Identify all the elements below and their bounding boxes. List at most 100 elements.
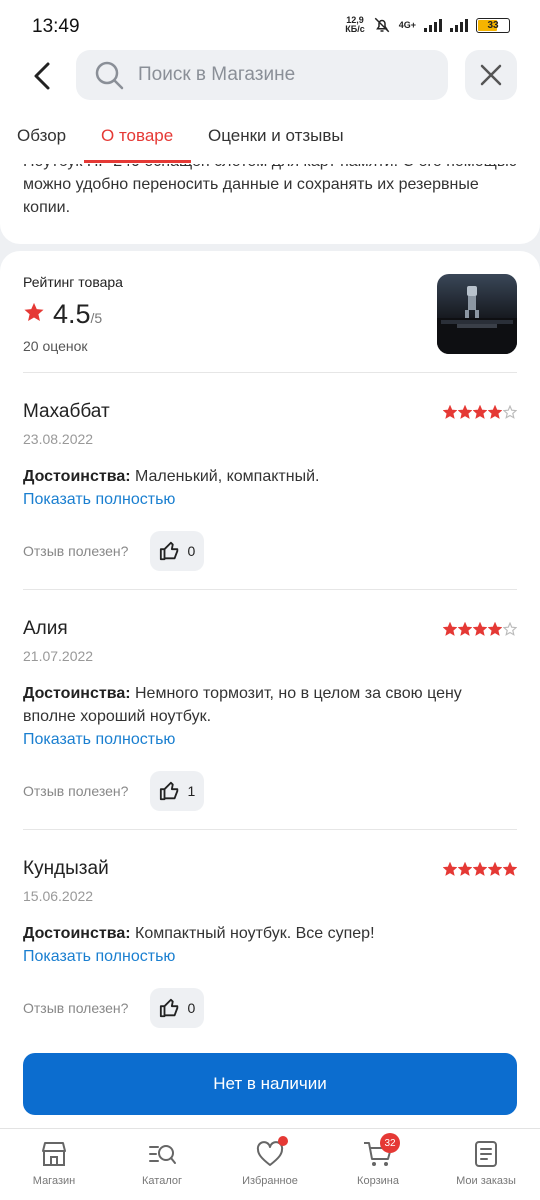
rating-value: 4.5 bbox=[53, 299, 91, 329]
close-search-button[interactable] bbox=[465, 50, 517, 100]
star-icon bbox=[24, 302, 44, 321]
battery-icon: 33 bbox=[476, 17, 510, 33]
like-button[interactable]: 1 bbox=[150, 771, 205, 811]
review-date: 23.08.2022 bbox=[23, 431, 94, 447]
helpful-label: Отзыв полезен? bbox=[23, 783, 129, 799]
search-icon bbox=[95, 61, 124, 90]
thumbs-up-icon bbox=[160, 541, 179, 561]
review-stars bbox=[443, 405, 517, 419]
pros-text: Маленький, компактный. bbox=[135, 468, 320, 485]
like-count: 0 bbox=[187, 543, 196, 559]
product-thumbnail[interactable] bbox=[437, 274, 517, 354]
star-filled-icon bbox=[473, 622, 487, 636]
nav-catalog[interactable]: Каталог bbox=[108, 1129, 216, 1200]
network-speed: 12,9 КБ/с bbox=[345, 15, 365, 34]
review-pros: Достоинства: Маленький, компактный. Пока… bbox=[23, 465, 517, 511]
signal-icon bbox=[424, 18, 442, 32]
star-filled-icon bbox=[473, 862, 487, 876]
star-filled-icon bbox=[443, 862, 457, 876]
product-image bbox=[437, 286, 517, 354]
back-arrow-icon bbox=[34, 62, 50, 90]
rating-label: Рейтинг товара bbox=[23, 274, 123, 290]
product-description: Ноутбук HP 240 оснащен слотом для карт п… bbox=[23, 164, 517, 216]
star-filled-icon bbox=[458, 405, 472, 419]
rating-max: /5 bbox=[90, 310, 103, 326]
status-time: 13:49 bbox=[32, 16, 80, 37]
nav-label: Мои заказы bbox=[456, 1175, 516, 1187]
nav-label: Каталог bbox=[142, 1175, 182, 1187]
thumbs-up-icon bbox=[160, 998, 179, 1018]
search-placeholder: Поиск в Магазине bbox=[138, 64, 296, 85]
star-filled-icon bbox=[503, 862, 517, 876]
review-item: Алия 21.07.2022 Достоинства: Немного тор… bbox=[23, 618, 517, 811]
bottom-nav: Магазин Каталог Избранное 32 Корзина Мои… bbox=[0, 1128, 540, 1200]
back-button[interactable] bbox=[22, 56, 62, 96]
nav-store[interactable]: Магазин bbox=[0, 1129, 108, 1200]
star-filled-icon bbox=[443, 622, 457, 636]
search-input[interactable]: Поиск в Магазине bbox=[76, 50, 448, 100]
catalog-icon bbox=[149, 1145, 176, 1164]
pros-label: Достоинства: bbox=[23, 468, 131, 485]
thumbs-up-icon bbox=[160, 781, 179, 801]
star-filled-icon bbox=[488, 622, 502, 636]
orders-icon bbox=[475, 1141, 497, 1167]
signal-icon-2 bbox=[450, 18, 468, 32]
review-item: Кундызай 15.06.2022 Достоинства: Компакт… bbox=[23, 858, 517, 1028]
divider bbox=[23, 372, 517, 373]
helpful-label: Отзыв полезен? bbox=[23, 543, 129, 559]
star-empty-icon bbox=[503, 622, 517, 636]
out-of-stock-button[interactable]: Нет в наличии bbox=[23, 1053, 517, 1115]
divider bbox=[23, 829, 517, 830]
nav-favorites[interactable]: Избранное bbox=[216, 1129, 324, 1200]
like-count: 1 bbox=[187, 783, 196, 799]
close-icon bbox=[480, 64, 502, 86]
nav-cart[interactable]: 32 Корзина bbox=[324, 1129, 432, 1200]
like-button[interactable]: 0 bbox=[150, 531, 205, 571]
tab-ratings-reviews[interactable]: Оценки и отзывы bbox=[208, 108, 344, 164]
rating-summary: 4.5 /5 bbox=[23, 299, 102, 330]
star-filled-icon bbox=[488, 862, 502, 876]
pros-text: Компактный ноутбук. Все супер! bbox=[135, 925, 375, 942]
review-stars bbox=[443, 862, 517, 876]
tab-about-product[interactable]: О товаре bbox=[101, 108, 173, 164]
review-pros: Достоинства: Компактный ноутбук. Все суп… bbox=[23, 922, 517, 968]
star-filled-icon bbox=[458, 622, 472, 636]
helpful-row: Отзыв полезен? 0 bbox=[23, 988, 517, 1028]
cart-badge: 32 bbox=[380, 1133, 400, 1153]
star-empty-icon bbox=[503, 405, 517, 419]
helpful-row: Отзыв полезен? 1 bbox=[23, 771, 517, 811]
top-bar: Поиск в Магазине bbox=[0, 44, 540, 108]
active-tab-indicator bbox=[84, 160, 191, 163]
like-count: 0 bbox=[187, 1000, 196, 1016]
star-filled-icon bbox=[458, 862, 472, 876]
show-more-link[interactable]: Показать полностью bbox=[23, 945, 517, 968]
show-more-link[interactable]: Показать полностью bbox=[23, 728, 517, 751]
star-filled-icon bbox=[473, 405, 487, 419]
nav-label: Магазин bbox=[32, 1175, 76, 1187]
pros-label: Достоинства: bbox=[23, 685, 131, 702]
review-item: Махаббат 23.08.2022 Достоинства: Маленьк… bbox=[23, 401, 517, 571]
tab-overview[interactable]: Обзор bbox=[17, 108, 66, 164]
star-filled-icon bbox=[488, 405, 502, 419]
status-bar: 13:49 12,9 КБ/с 4G+ 33 bbox=[0, 0, 540, 44]
review-pros: Достоинства: Немного тормозит, но в цело… bbox=[23, 682, 517, 751]
like-button[interactable]: 0 bbox=[150, 988, 205, 1028]
rating-count: 20 оценок bbox=[23, 338, 88, 354]
review-date: 15.06.2022 bbox=[23, 888, 94, 904]
nav-orders[interactable]: Мои заказы bbox=[432, 1129, 540, 1200]
helpful-label: Отзыв полезен? bbox=[23, 1000, 129, 1016]
pros-label: Достоинства: bbox=[23, 925, 131, 942]
status-icons: 12,9 КБ/с 4G+ 33 bbox=[345, 16, 510, 34]
review-stars bbox=[443, 622, 517, 636]
network-type: 4G+ bbox=[398, 19, 416, 30]
description-card: Ноутбук HP 240 оснащен слотом для карт п… bbox=[0, 164, 540, 244]
nav-label: Избранное bbox=[242, 1175, 298, 1187]
nav-label: Корзина bbox=[357, 1175, 399, 1187]
store-icon bbox=[42, 1142, 66, 1166]
divider bbox=[23, 589, 517, 590]
favorites-dot bbox=[278, 1136, 288, 1146]
reviews-card: Рейтинг товара 4.5 /5 20 оценок Махаббат… bbox=[0, 251, 540, 1128]
show-more-link[interactable]: Показать полностью bbox=[23, 488, 517, 511]
mute-icon bbox=[374, 17, 390, 33]
review-date: 21.07.2022 bbox=[23, 648, 94, 664]
